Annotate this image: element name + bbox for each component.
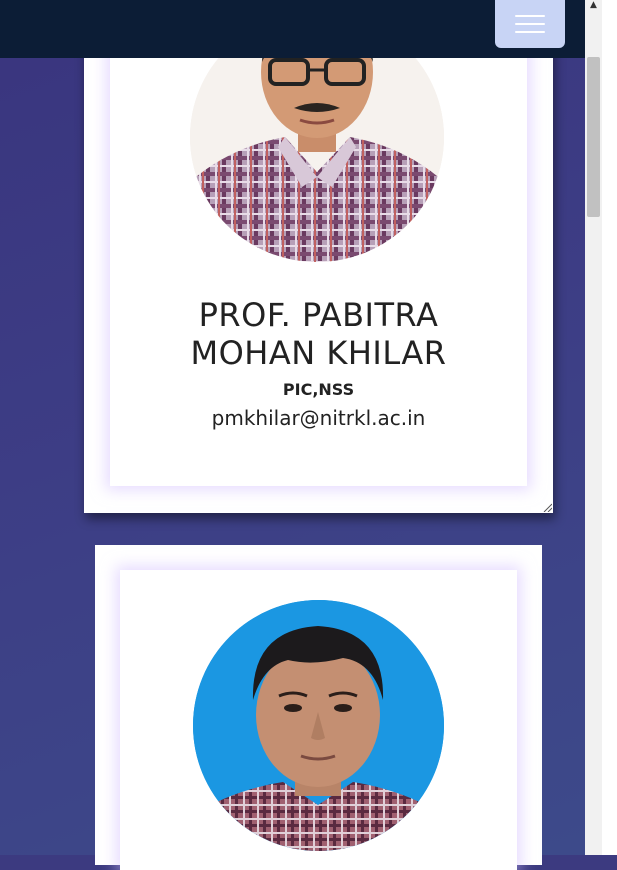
profile-email[interactable]: pmkhilar@nitrkl.ac.in	[110, 406, 527, 430]
scroll-up-arrow-icon[interactable]: ▲	[585, 0, 602, 10]
hamburger-icon-bar	[515, 15, 545, 17]
profile-photo	[193, 600, 444, 851]
profile-role: PIC,NSS	[282, 380, 355, 399]
profile-name: PROF. PABITRA MOHAN KHILAR	[110, 296, 527, 372]
top-navbar	[0, 0, 585, 58]
scrollbar-gutter	[602, 0, 617, 855]
scrollbar-thumb[interactable]	[587, 57, 600, 217]
profile-card-inner	[120, 570, 517, 870]
hamburger-icon-bar	[515, 31, 545, 33]
profile-card	[95, 545, 542, 870]
profile-card: PROF. PABITRA MOHAN KHILAR PIC,NSS pmkhi…	[84, 12, 553, 513]
person-photo-icon	[193, 600, 444, 851]
profile-name-line1: PROF. PABITRA	[198, 296, 439, 334]
hamburger-icon-bar	[515, 23, 545, 25]
vertical-scrollbar[interactable]: ▲	[585, 0, 617, 855]
profile-card-inner: PROF. PABITRA MOHAN KHILAR PIC,NSS pmkhi…	[110, 12, 527, 486]
profile-name-line2: MOHAN KHILAR	[190, 334, 447, 372]
navbar-toggler-button[interactable]	[495, 0, 565, 48]
resize-grip-icon[interactable]	[542, 502, 552, 512]
